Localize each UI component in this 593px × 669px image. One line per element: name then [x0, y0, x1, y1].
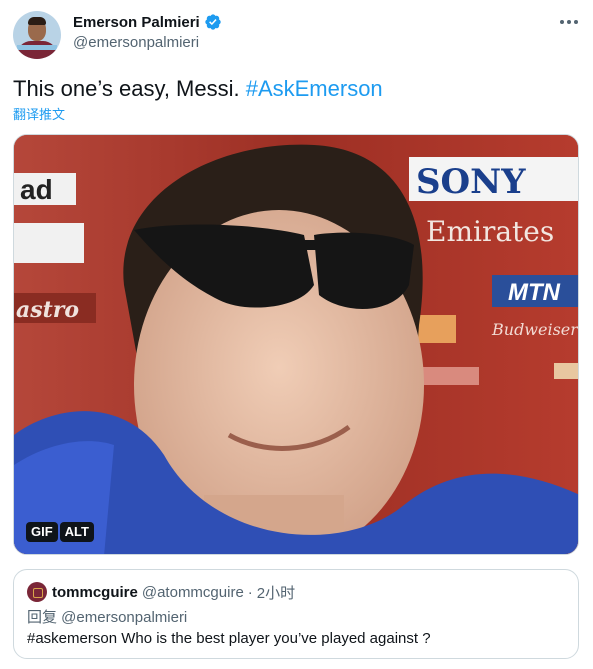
more-options-icon[interactable] [556, 12, 582, 32]
avatar-shirt-stripe [17, 45, 57, 50]
quoted-author-avatar [27, 582, 47, 602]
sponsor-board-edge [554, 363, 578, 379]
media-badges: GIF ALT [26, 522, 94, 542]
tweet-media-gif[interactable]: SONY Emirates MTN Budweiser ad astro GIF… [13, 134, 579, 555]
sponsor-text-mtn: MTN [508, 279, 561, 306]
gif-badge: GIF [26, 522, 58, 542]
verified-badge-icon [204, 13, 222, 31]
sponsor-board-small [419, 367, 479, 385]
quoted-tweet[interactable]: tommcguire @atommcguire · 2小时 回复 @emerso… [13, 569, 579, 659]
quoted-author-handle: @atommcguire [141, 583, 244, 601]
quoted-tweet-text: #askemerson Who is the best player you’v… [27, 630, 431, 647]
sponsor-text-astro: astro [16, 297, 79, 323]
quoted-author-name: tommcguire [52, 583, 138, 601]
avatar-hair [28, 17, 46, 25]
author-display-name[interactable]: Emerson Palmieri [73, 14, 200, 31]
sponsor-text-sony: SONY [416, 162, 526, 202]
quoted-timestamp: 2小时 [256, 584, 296, 602]
sponsor-board-left-mid [14, 223, 84, 263]
hashtag-link[interactable]: #AskEmerson [246, 76, 383, 101]
quoted-reply-to: 回复 @emersonpalmieri [27, 609, 188, 626]
author-name-row: Emerson Palmieri [73, 12, 222, 32]
tweet-body-text: This one’s easy, Messi. [13, 76, 246, 101]
tweet-text: This one’s easy, Messi. #AskEmerson [13, 75, 383, 103]
sponsor-text-budweiser: Budweiser [491, 320, 579, 339]
gif-frame: SONY Emirates MTN Budweiser ad astro [14, 135, 579, 554]
tweet-card[interactable]: Emerson Palmieri @emersonpalmieri This o… [0, 0, 593, 669]
alt-badge[interactable]: ALT [59, 522, 94, 542]
quoted-tweet-header: tommcguire @atommcguire · 2小时 [27, 582, 295, 602]
subject-sunglasses-bridge [294, 240, 324, 250]
author-avatar[interactable] [13, 11, 61, 59]
author-handle[interactable]: @emersonpalmieri [73, 34, 222, 51]
sponsor-text-emirates: Emirates [426, 215, 554, 248]
author-info: Emerson Palmieri @emersonpalmieri [73, 12, 222, 51]
sponsor-text-ad: ad [20, 174, 53, 205]
avatar-shirt [17, 41, 57, 59]
quoted-separator: · [247, 583, 253, 601]
translate-tweet-link[interactable]: 翻译推文 [13, 104, 65, 123]
